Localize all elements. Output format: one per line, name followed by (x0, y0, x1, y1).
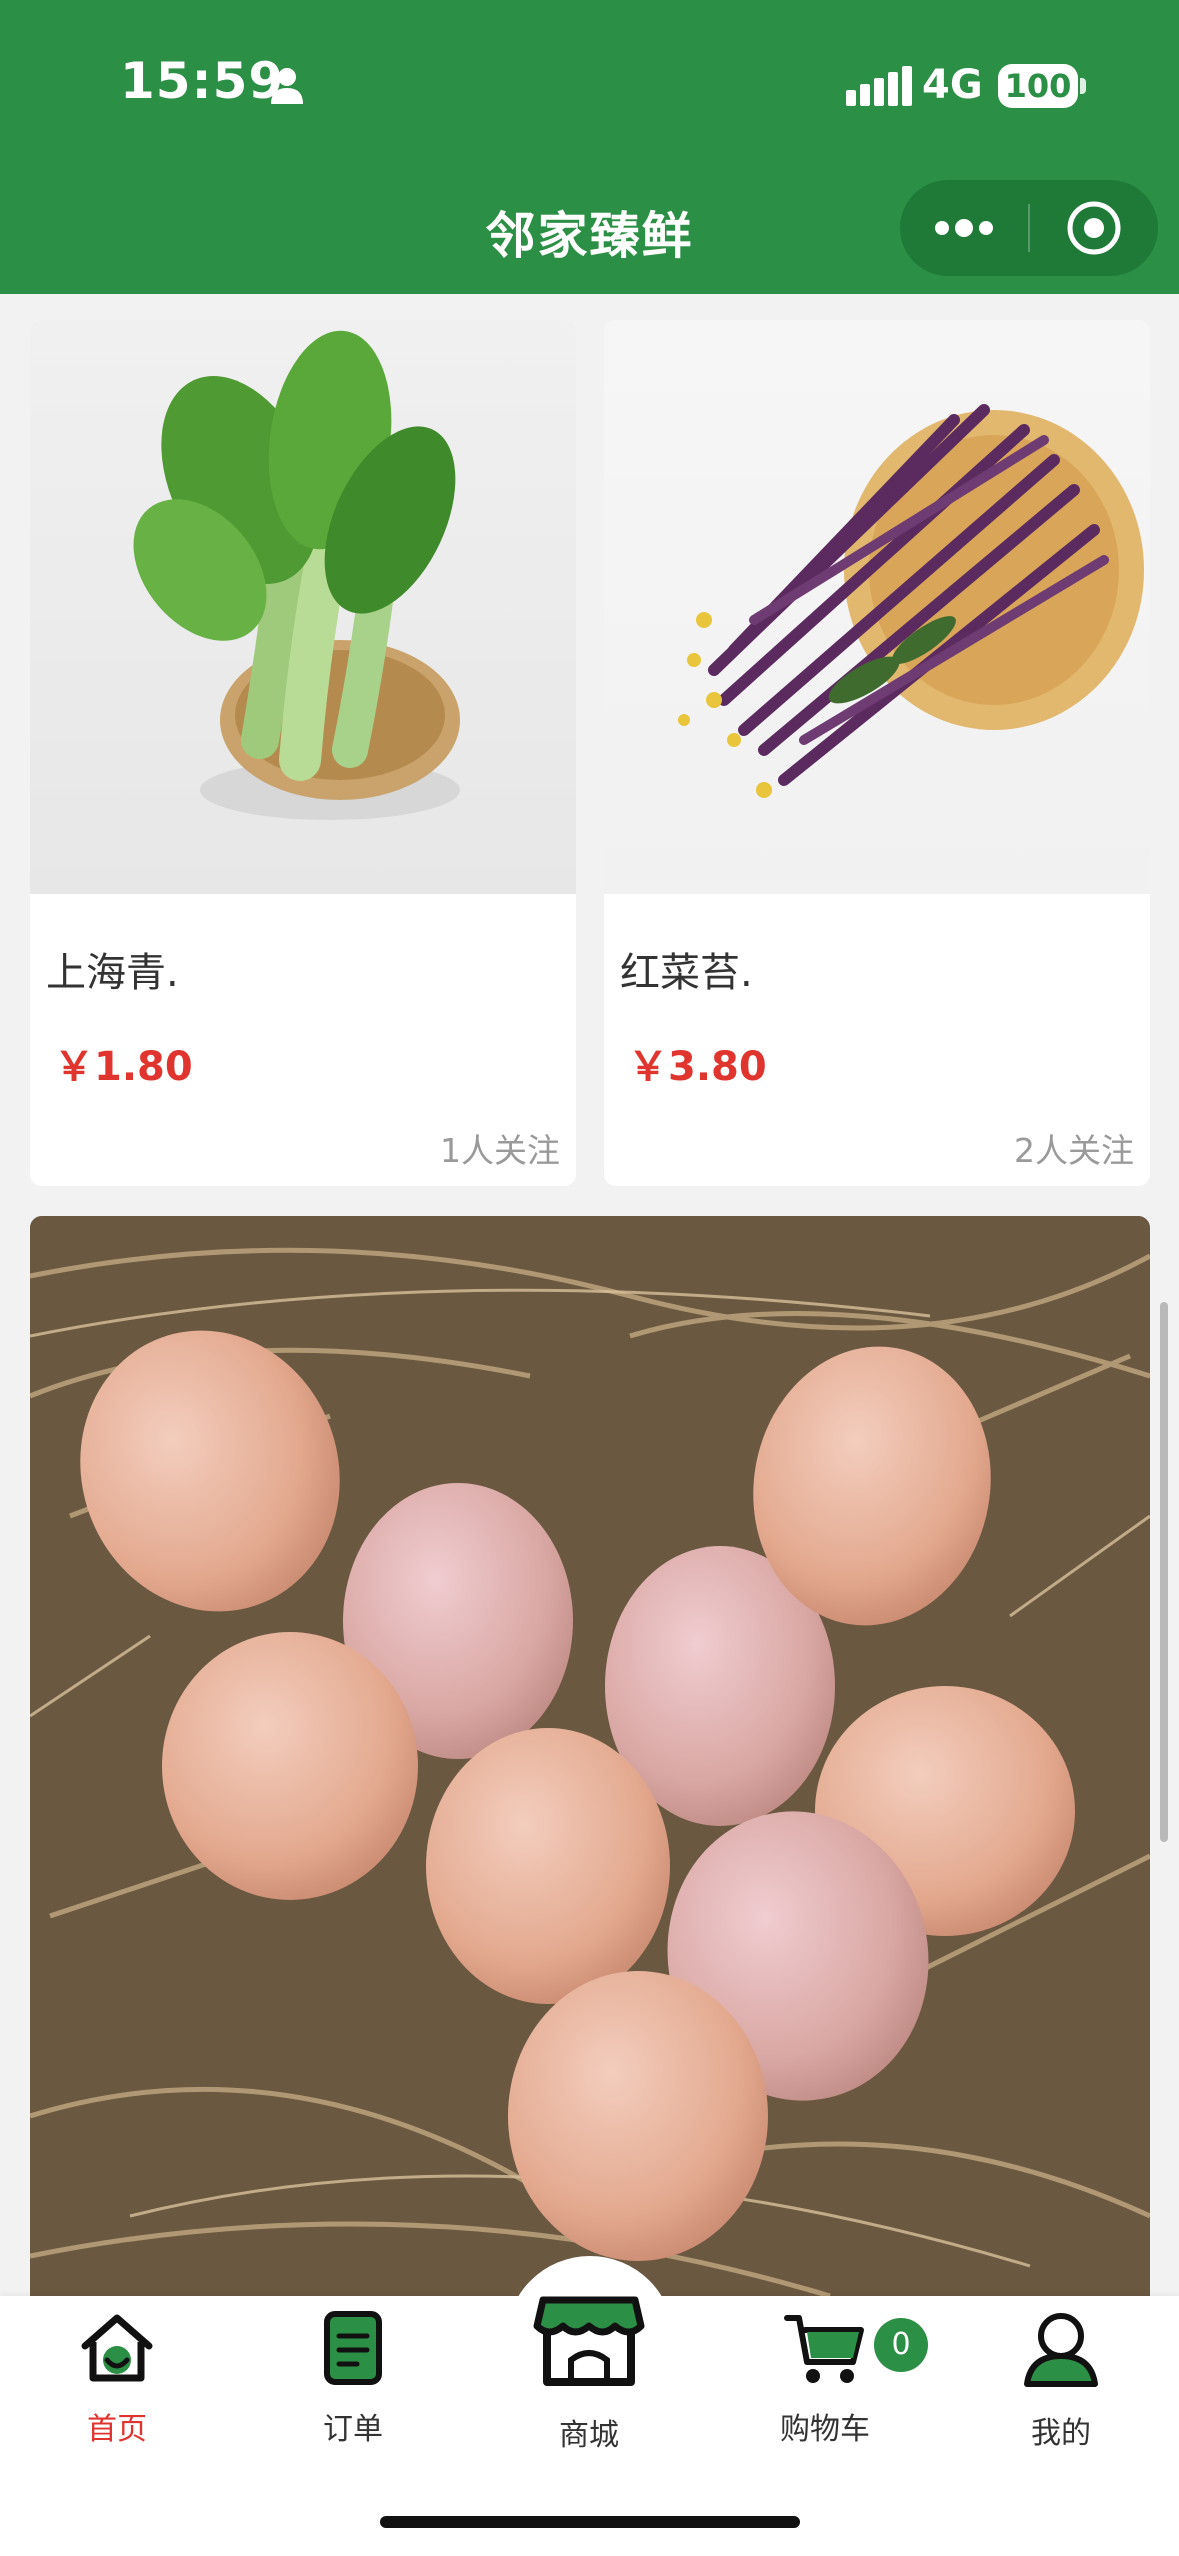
home-indicator (380, 2516, 800, 2528)
tab-home-label: 首页 (87, 2412, 147, 2447)
product-card[interactable]: 红菜苔. ￥3.80 2人关注 (604, 320, 1150, 1186)
status-time: 15:59 (120, 52, 285, 110)
battery-tip (1080, 78, 1086, 94)
cart-count-badge: 0 (874, 2318, 928, 2372)
capsule-divider (1028, 204, 1030, 252)
follower-count: 2人关注 (1014, 1131, 1134, 1170)
tab-me-label: 我的 (1031, 2416, 1091, 2451)
follower-count: 1人关注 (440, 1131, 560, 1170)
store-icon (533, 2296, 645, 2386)
mini-program-capsule (900, 180, 1158, 276)
battery-level: 100 (1004, 67, 1072, 105)
product-price: ￥1.80 (54, 1044, 193, 1090)
tab-orders[interactable]: 订单 (253, 2310, 453, 2460)
network-label: 4G (922, 62, 983, 108)
tab-me[interactable]: 我的 (961, 2310, 1161, 2460)
home-icon (81, 2314, 153, 2382)
tab-mall-label: 商城 (559, 2418, 619, 2453)
user-icon (1024, 2313, 1098, 2387)
order-icon (324, 2311, 382, 2385)
product-card[interactable]: 上海青. ￥1.80 1人关注 (30, 320, 576, 1186)
cart-icon (784, 2315, 864, 2383)
tab-cart-label: 购物车 (780, 2412, 870, 2447)
more-icon[interactable] (932, 210, 996, 246)
purple-choy-sum-image[interactable] (604, 320, 1150, 894)
scrollbar[interactable] (1160, 1302, 1168, 1842)
battery-icon: 100 (998, 64, 1078, 108)
target-icon[interactable] (1066, 200, 1122, 256)
bok-choy-image[interactable] (30, 320, 576, 894)
tab-home[interactable]: 首页 (17, 2310, 217, 2460)
product-price: ￥3.80 (628, 1044, 767, 1090)
product-name: 红菜苔. (620, 950, 753, 996)
tab-mall[interactable]: 商城 (489, 2282, 689, 2453)
product-name: 上海青. (46, 950, 179, 996)
person-icon (271, 68, 303, 104)
signal-icon (846, 66, 912, 106)
tab-orders-label: 订单 (323, 2412, 383, 2447)
eggs-in-straw-nest-image[interactable] (30, 1216, 1150, 2326)
